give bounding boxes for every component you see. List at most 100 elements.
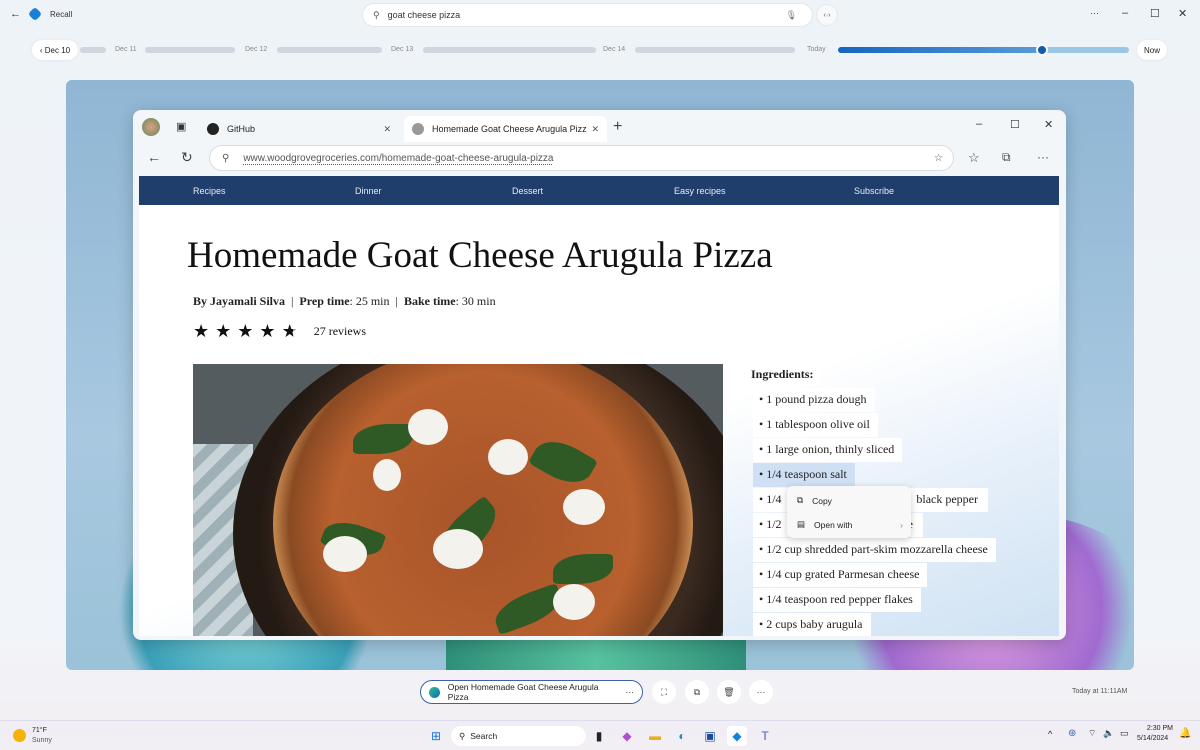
code-icon[interactable]: ‹·› — [817, 5, 837, 25]
nav-easy-recipes[interactable]: Easy recipes — [674, 186, 726, 196]
timeline-label: Today — [807, 46, 826, 53]
search-icon: ⚲ — [459, 730, 466, 741]
widgets-icon[interactable]: ▮ — [589, 726, 609, 746]
ingredient-item[interactable]: • 2 cups baby arugula — [753, 613, 871, 636]
minimize-icon[interactable]: – — [976, 118, 982, 130]
timeline-slider-thumb[interactable] — [1035, 44, 1048, 56]
context-menu: ⧉ Copy ▤ Open with › — [787, 486, 911, 538]
more-icon[interactable]: ··· — [626, 687, 635, 697]
taskbar: 71°F Sunny ⊞ ⚲ Search ▮ ◆ ▬ ◐ ▣ ◆ T ^ ⊛ ⌔… — [0, 720, 1200, 750]
weather-temp[interactable]: 71°F — [32, 727, 47, 734]
open-with-menu-item[interactable]: ▤ Open with › — [797, 519, 903, 530]
web-page: Recipes Dinner Dessert Easy recipes Subs… — [139, 176, 1059, 636]
teams-icon[interactable]: T — [755, 726, 775, 746]
ingredients-heading: Ingredients: — [743, 363, 822, 386]
star-icon: ★ — [193, 321, 216, 341]
search-icon: ⚲ — [222, 152, 230, 164]
more-icon[interactable]: ··· — [1090, 8, 1099, 18]
rating: ★ ★ ★ ★ ★ 27 reviews — [193, 321, 366, 342]
tab-actions-icon[interactable]: ▣ — [176, 120, 186, 133]
copy-icon[interactable]: ⧉ — [685, 680, 709, 704]
tab-recipe[interactable]: Homemade Goat Cheese Arugula Pizz ✕ — [404, 116, 607, 142]
now-button[interactable]: Now — [1137, 40, 1167, 60]
more-icon[interactable]: ··· — [1037, 150, 1049, 164]
collections-icon[interactable]: ⧉ — [1002, 150, 1011, 165]
star-icon: ★ — [259, 321, 282, 341]
back-icon[interactable]: ← — [10, 8, 21, 20]
maximize-icon[interactable]: ☐ — [1150, 7, 1160, 20]
sun-icon[interactable] — [13, 729, 26, 742]
search-input[interactable] — [387, 10, 778, 20]
favorite-add-icon[interactable]: ☆ — [934, 153, 943, 164]
timeline-segment[interactable] — [277, 47, 382, 53]
profile-avatar[interactable] — [142, 118, 160, 136]
close-icon[interactable]: ✕ — [1044, 118, 1053, 131]
refresh-icon[interactable]: ↻ — [181, 149, 193, 166]
new-tab-icon[interactable]: + — [613, 118, 622, 136]
delete-icon[interactable]: 🗑 — [717, 680, 741, 704]
nav-dinner[interactable]: Dinner — [355, 186, 382, 196]
notification-icon[interactable]: 🔔 — [1179, 728, 1191, 739]
ingredient-item[interactable]: • 1/4 cup grated Parmesan cheese — [753, 563, 928, 587]
ingredient-item[interactable]: • 1/4 teaspoon salt — [753, 463, 855, 487]
wifi-icon[interactable]: ⌔ — [1088, 728, 1096, 739]
screenshot-icon[interactable]: ⛶ — [652, 680, 676, 704]
snapshot-timestamp: Today at 11:11AM — [1072, 688, 1128, 695]
star-icon: ★ — [215, 321, 238, 341]
tab-github[interactable]: GitHub ✕ — [199, 116, 399, 142]
file-explorer-icon[interactable]: ▬ — [645, 726, 665, 746]
clock-date[interactable]: 5/14/2024 — [1137, 735, 1168, 742]
pizza-photo — [193, 364, 723, 636]
ingredient-item[interactable]: • 1 tablespoon olive oil — [753, 413, 878, 437]
network-icon[interactable]: ⊛ — [1068, 728, 1076, 739]
github-icon — [207, 123, 219, 135]
battery-icon[interactable]: ▭ — [1120, 728, 1129, 739]
half-star-icon: ★ — [281, 321, 304, 341]
ingredient-item[interactable]: • 1 large onion, thinly sliced — [753, 438, 903, 462]
nav-dessert[interactable]: Dessert — [512, 186, 543, 196]
app-title: Recall — [50, 10, 73, 19]
recall-icon[interactable]: ◆ — [727, 726, 747, 746]
copy-menu-item[interactable]: ⧉ Copy — [797, 495, 903, 506]
ingredient-item[interactable]: • 1/4 teaspoon red pepper flakes — [753, 588, 921, 612]
nav-recipes[interactable]: Recipes — [193, 186, 226, 196]
close-tab-icon[interactable]: ✕ — [591, 124, 599, 135]
edge-icon[interactable]: ◐ — [672, 726, 692, 746]
reviews-link[interactable]: 27 reviews — [314, 324, 366, 339]
more-icon[interactable]: ··· — [749, 680, 773, 704]
microphone-icon[interactable]: 🎙 — [786, 10, 797, 21]
ingredient-item[interactable]: • 1 pound pizza dough — [753, 388, 875, 412]
timeline-segment[interactable] — [635, 47, 795, 53]
search-icon: ⚲ — [373, 9, 380, 20]
chevron-up-icon[interactable]: ^ — [1048, 729, 1052, 739]
recipe-title: Homemade Goat Cheese Arugula Pizza — [181, 232, 785, 281]
nav-subscribe[interactable]: Subscribe — [854, 186, 894, 196]
timeline-segment[interactable] — [80, 47, 106, 53]
volume-icon[interactable]: 🔈 — [1103, 728, 1114, 739]
edge-icon — [429, 686, 440, 698]
ingredient-item[interactable]: • 1/2 cup shredded part-skim mozzarella … — [753, 538, 996, 562]
timeline-slider[interactable] — [838, 47, 1129, 53]
close-icon[interactable]: ✕ — [1178, 7, 1187, 20]
taskbar-search[interactable]: ⚲ Search — [451, 726, 586, 746]
minimize-icon[interactable]: – — [1122, 7, 1128, 19]
back-icon[interactable]: ← — [147, 149, 161, 165]
copilot-icon[interactable]: ◆ — [617, 726, 637, 746]
store-icon[interactable]: ▣ — [700, 726, 720, 746]
star-icon: ★ — [237, 321, 260, 341]
search-box[interactable]: ⚲ 🎙 — [363, 4, 812, 26]
timeline-segment[interactable] — [145, 47, 235, 53]
open-in-app-button[interactable]: Open Homemade Goat Cheese Arugula Pizza … — [420, 680, 643, 704]
close-tab-icon[interactable]: ✕ — [383, 124, 391, 135]
timeline-segment[interactable] — [423, 47, 596, 53]
recall-titlebar: ← Recall ⚲ 🎙 ‹·› ··· – ☐ ✕ — [0, 0, 1200, 30]
browser-window: ▣ GitHub ✕ Homemade Goat Cheese Arugula … — [133, 110, 1066, 640]
timeline-label: Dec 14 — [603, 46, 626, 53]
timeline-previous-button[interactable]: ‹ Dec 10 — [32, 40, 78, 60]
start-icon[interactable]: ⊞ — [426, 726, 446, 746]
clock-time[interactable]: 2:30 PM — [1140, 725, 1173, 732]
maximize-icon[interactable]: ☐ — [1010, 118, 1020, 131]
address-bar[interactable]: ⚲ www.woodgrovegroceries.com/homemade-go… — [210, 146, 953, 170]
favorites-icon[interactable]: ☆ — [968, 150, 980, 166]
favicon-icon — [412, 123, 424, 135]
